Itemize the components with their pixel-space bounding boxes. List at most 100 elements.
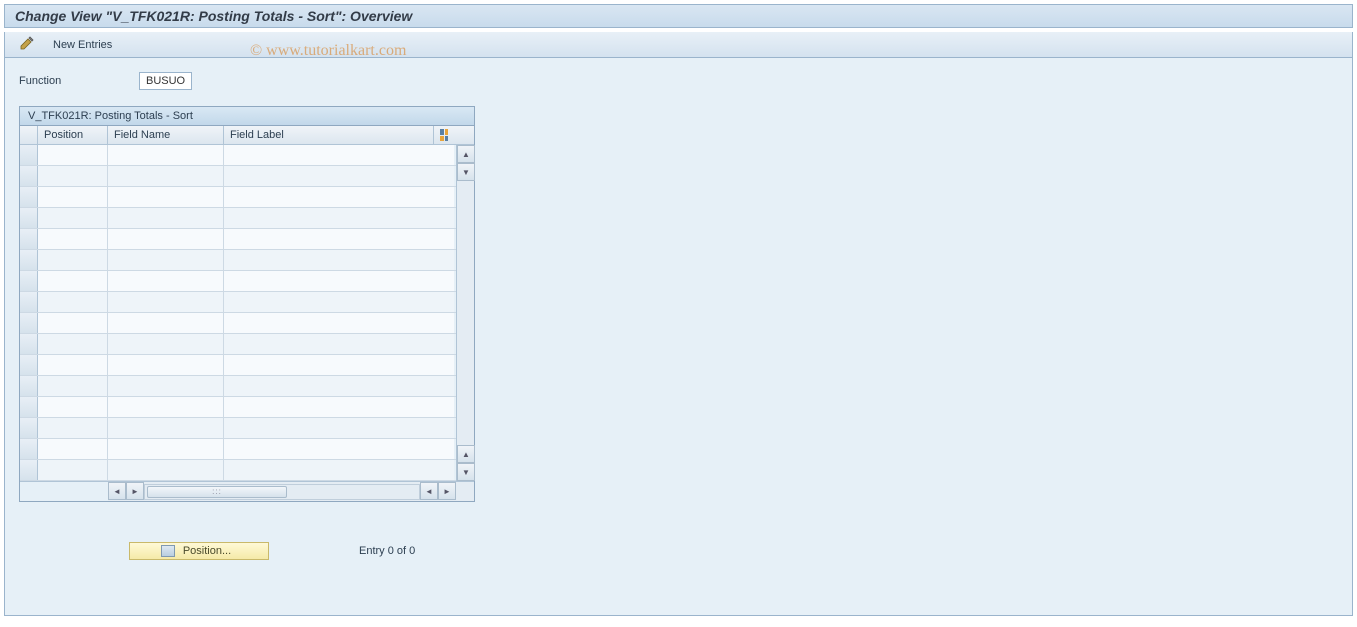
row-selector[interactable] — [20, 229, 38, 249]
cell-position[interactable] — [38, 313, 108, 333]
table-panel: V_TFK021R: Posting Totals - Sort Positio… — [19, 106, 475, 502]
horizontal-scroll-row: ◄ ► ::: ◄ ► — [20, 481, 474, 501]
cell-fieldlabel[interactable] — [224, 250, 454, 270]
row-selector[interactable] — [20, 145, 38, 165]
cell-fieldname[interactable] — [108, 292, 224, 312]
footer-row: Position... Entry 0 of 0 — [19, 542, 1338, 560]
cell-position[interactable] — [38, 145, 108, 165]
select-all-handle[interactable] — [20, 126, 38, 144]
cell-fieldname[interactable] — [108, 250, 224, 270]
cell-position[interactable] — [38, 376, 108, 396]
cell-fieldlabel[interactable] — [224, 334, 454, 354]
cell-position[interactable] — [38, 397, 108, 417]
cell-fieldname[interactable] — [108, 355, 224, 375]
scroll-up-step-button[interactable]: ▲ — [457, 445, 475, 463]
cell-position[interactable] — [38, 460, 108, 480]
cell-fieldname[interactable] — [108, 166, 224, 186]
row-selector[interactable] — [20, 334, 38, 354]
cell-fieldlabel[interactable] — [224, 187, 454, 207]
scroll-up-button[interactable]: ▲ — [457, 145, 475, 163]
hscroll-track[interactable]: ::: — [144, 484, 420, 500]
cell-fieldname[interactable] — [108, 418, 224, 438]
cell-position[interactable] — [38, 208, 108, 228]
row-selector[interactable] — [20, 313, 38, 333]
table-row — [20, 397, 456, 418]
table-header-row: Position Field Name Field Label — [20, 126, 474, 145]
cell-fieldlabel[interactable] — [224, 460, 454, 480]
cell-fieldname[interactable] — [108, 334, 224, 354]
table-row — [20, 439, 456, 460]
new-entries-button[interactable]: New Entries — [49, 37, 116, 53]
row-selector[interactable] — [20, 271, 38, 291]
row-selector[interactable] — [20, 292, 38, 312]
scroll-down-button[interactable]: ▼ — [457, 463, 475, 481]
cell-position[interactable] — [38, 271, 108, 291]
cell-fieldlabel[interactable] — [224, 313, 454, 333]
cell-fieldlabel[interactable] — [224, 355, 454, 375]
cell-position[interactable] — [38, 334, 108, 354]
cell-fieldname[interactable] — [108, 397, 224, 417]
row-selector[interactable] — [20, 439, 38, 459]
hscroll-right-button[interactable]: ► — [438, 482, 456, 500]
table-row — [20, 271, 456, 292]
cell-fieldlabel[interactable] — [224, 208, 454, 228]
cell-fieldlabel[interactable] — [224, 145, 454, 165]
cell-fieldlabel[interactable] — [224, 418, 454, 438]
row-selector[interactable] — [20, 250, 38, 270]
row-selector[interactable] — [20, 355, 38, 375]
table-row — [20, 166, 456, 187]
column-header-field-label[interactable]: Field Label — [224, 126, 434, 144]
hscroll-thumb[interactable]: ::: — [147, 486, 287, 498]
vertical-scrollbar[interactable]: ▲ ▼ ▲ ▼ — [456, 145, 474, 481]
cell-position[interactable] — [38, 250, 108, 270]
cell-fieldname[interactable] — [108, 376, 224, 396]
row-selector[interactable] — [20, 460, 38, 480]
hscroll-right-step-button[interactable]: ◄ — [420, 482, 438, 500]
cell-fieldlabel[interactable] — [224, 271, 454, 291]
cell-fieldname[interactable] — [108, 208, 224, 228]
function-value[interactable]: BUSUO — [139, 72, 192, 90]
table-row — [20, 334, 456, 355]
cell-position[interactable] — [38, 229, 108, 249]
toggle-button[interactable] — [15, 33, 39, 56]
cell-position[interactable] — [38, 418, 108, 438]
row-selector[interactable] — [20, 208, 38, 228]
table-settings-icon — [440, 129, 448, 141]
row-selector[interactable] — [20, 397, 38, 417]
table-row — [20, 313, 456, 334]
table-settings-button[interactable] — [434, 126, 454, 144]
row-selector[interactable] — [20, 166, 38, 186]
cell-fieldname[interactable] — [108, 229, 224, 249]
panel-title: V_TFK021R: Posting Totals - Sort — [20, 107, 474, 126]
cell-fieldname[interactable] — [108, 460, 224, 480]
cell-fieldlabel[interactable] — [224, 376, 454, 396]
cell-position[interactable] — [38, 166, 108, 186]
scroll-down-step-button[interactable]: ▼ — [457, 163, 475, 181]
column-header-field-name[interactable]: Field Name — [108, 126, 224, 144]
cell-fieldlabel[interactable] — [224, 397, 454, 417]
hscroll-left-button[interactable]: ◄ — [108, 482, 126, 500]
row-selector[interactable] — [20, 187, 38, 207]
cell-position[interactable] — [38, 187, 108, 207]
table-row — [20, 250, 456, 271]
cell-position[interactable] — [38, 355, 108, 375]
position-icon — [161, 545, 175, 557]
cell-fieldlabel[interactable] — [224, 229, 454, 249]
cell-fieldlabel[interactable] — [224, 292, 454, 312]
cell-position[interactable] — [38, 439, 108, 459]
cell-fieldlabel[interactable] — [224, 166, 454, 186]
position-button[interactable]: Position... — [129, 542, 269, 560]
column-header-position[interactable]: Position — [38, 126, 108, 144]
cell-position[interactable] — [38, 292, 108, 312]
cell-fieldname[interactable] — [108, 313, 224, 333]
cell-fieldlabel[interactable] — [224, 439, 454, 459]
cell-fieldname[interactable] — [108, 145, 224, 165]
table-row — [20, 376, 456, 397]
cell-fieldname[interactable] — [108, 271, 224, 291]
hscroll-left-step-button[interactable]: ► — [126, 482, 144, 500]
cell-fieldname[interactable] — [108, 439, 224, 459]
cell-fieldname[interactable] — [108, 187, 224, 207]
row-selector[interactable] — [20, 418, 38, 438]
row-selector[interactable] — [20, 376, 38, 396]
table-row — [20, 418, 456, 439]
